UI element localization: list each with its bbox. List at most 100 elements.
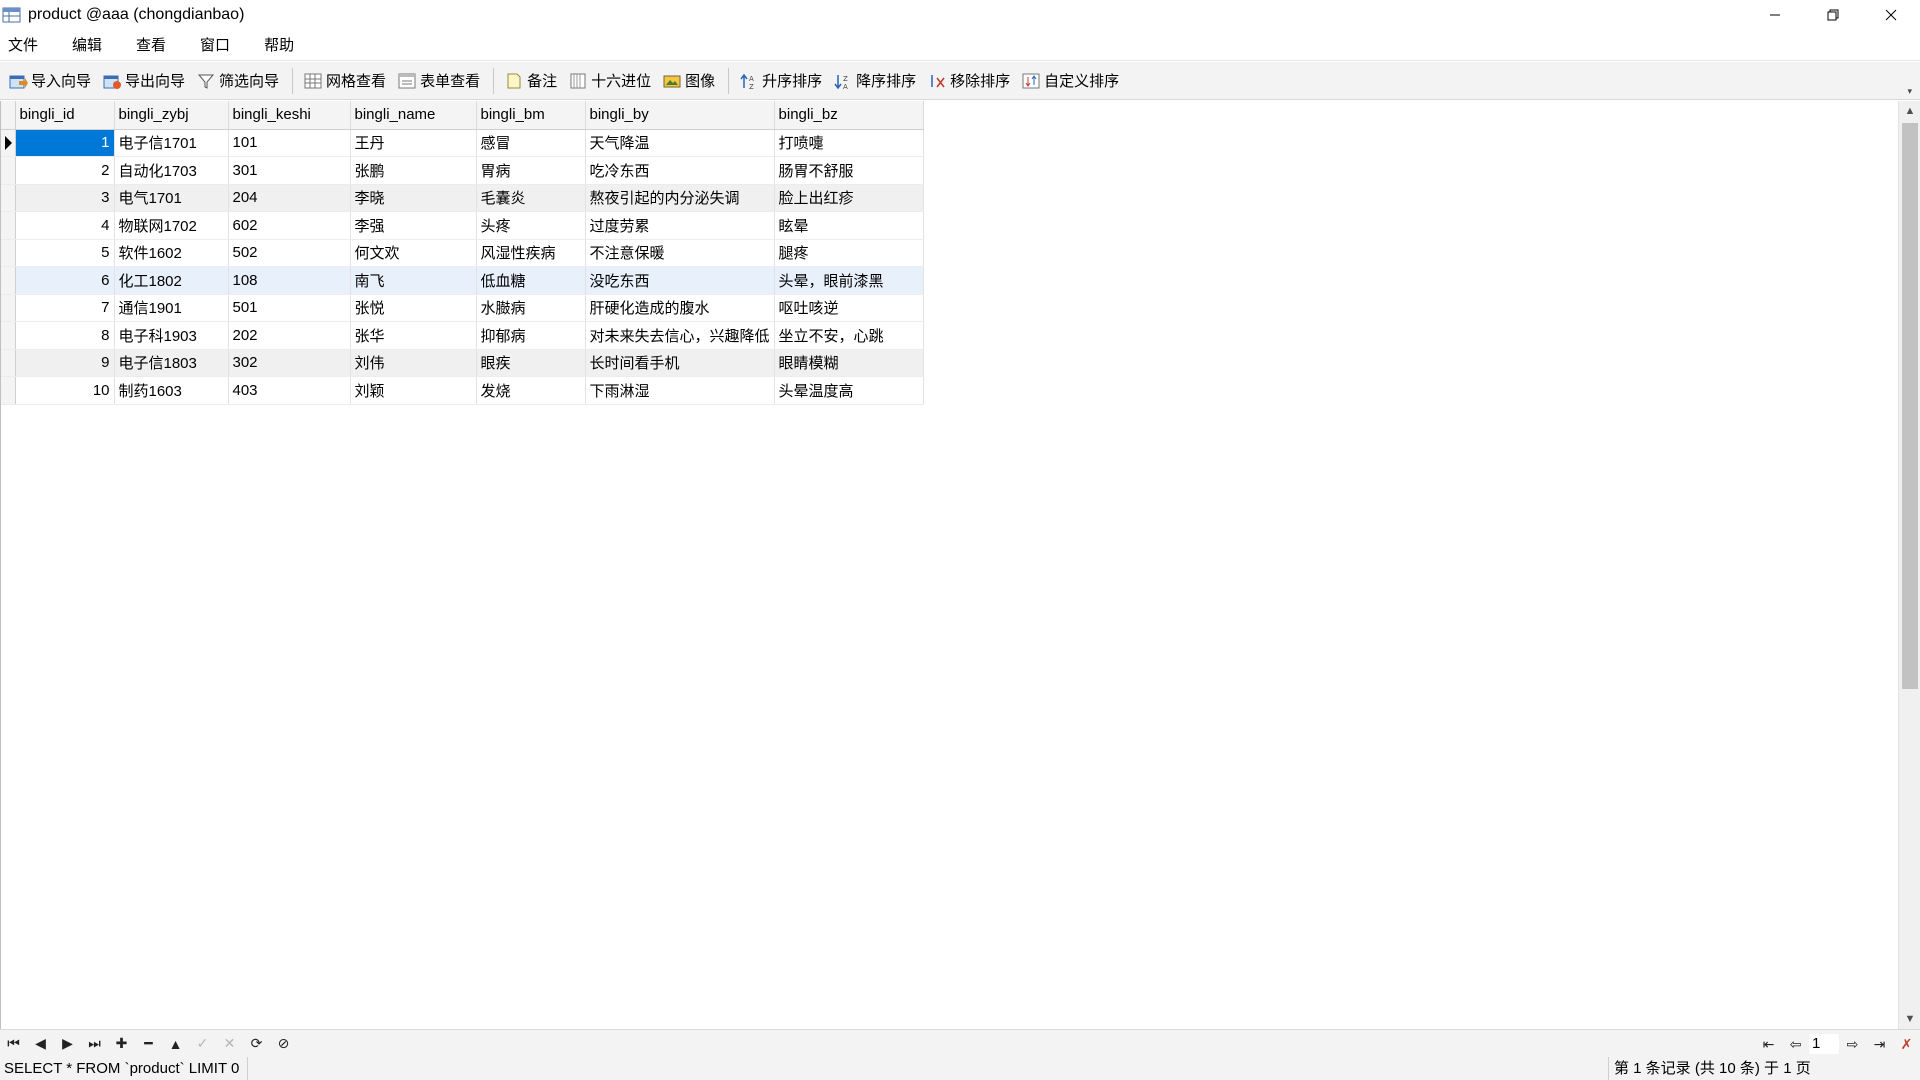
row-header[interactable] (1, 376, 16, 405)
row-header[interactable] (1, 239, 16, 267)
table-cell[interactable]: 403 (228, 376, 351, 405)
filter-wizard-button[interactable]: 筛选向导 (192, 66, 283, 96)
table-cell[interactable]: 7 (15, 294, 115, 322)
table-row[interactable]: 3 电气1701 204 李晓 毛囊炎 熬夜引起的内分泌失调 脸上出红疹 (1, 184, 924, 212)
scroll-down-icon[interactable]: ▼ (1899, 1009, 1920, 1029)
table-cell[interactable]: 物联网1702 (114, 211, 229, 240)
table-cell[interactable]: 肝硬化造成的腹水 (585, 294, 775, 322)
table-cell[interactable]: 吃冷东西 (585, 156, 775, 185)
row-header[interactable] (1, 266, 16, 295)
table-cell[interactable]: 头晕，眼前漆黑 (774, 266, 924, 295)
add-record-icon[interactable]: ✚ (108, 1032, 135, 1056)
table-row[interactable]: 2 自动化1703 301 张鹏 胃病 吃冷东西 肠胃不舒服 (1, 156, 924, 185)
table-row[interactable]: 7 通信1901 501 张悦 水臌病 肝硬化造成的腹水 呕吐咳逆 (1, 294, 924, 322)
table-cell[interactable]: 张悦 (350, 294, 477, 322)
table-cell[interactable]: 108 (228, 266, 351, 295)
table-cell[interactable]: 刘伟 (350, 349, 477, 377)
table-cell[interactable]: 电子信1701 (114, 129, 229, 157)
minimize-button[interactable] (1746, 0, 1804, 29)
stop-icon[interactable]: ⊘ (270, 1032, 297, 1056)
table-cell[interactable]: 不注意保暖 (585, 239, 775, 267)
apply-changes-icon[interactable]: ✓ (189, 1032, 216, 1056)
row-header[interactable] (1, 211, 16, 240)
table-cell[interactable]: 1 (15, 129, 115, 157)
table-cell[interactable]: 呕吐咳逆 (774, 294, 924, 322)
remove-sort-button[interactable]: 移除排序 (923, 66, 1014, 96)
grid-view-button[interactable]: 网格查看 (299, 66, 390, 96)
table-cell[interactable]: 制药1603 (114, 376, 229, 405)
column-header[interactable]: bingli_id (15, 101, 115, 130)
table-cell[interactable]: 张鹏 (350, 156, 477, 185)
page-number-input[interactable]: 1 (1809, 1034, 1839, 1054)
toolbar-overflow-icon[interactable]: ▾ (1907, 86, 1912, 97)
table-cell[interactable]: 低血糖 (476, 266, 586, 295)
table-cell[interactable]: 水臌病 (476, 294, 586, 322)
sort-descending-button[interactable]: ZA 降序排序 (829, 66, 920, 96)
table-cell[interactable]: 化工1802 (114, 266, 229, 295)
column-header[interactable]: bingli_bz (774, 101, 924, 130)
table-cell[interactable]: 自动化1703 (114, 156, 229, 185)
prev-record-icon[interactable]: ◀ (27, 1032, 54, 1056)
table-cell[interactable]: 抑郁病 (476, 321, 586, 350)
table-cell[interactable]: 软件1602 (114, 239, 229, 267)
scrollbar-thumb[interactable] (1902, 123, 1918, 689)
menu-window[interactable]: 窗口 (192, 34, 244, 55)
scroll-up-icon[interactable]: ▲ (1899, 101, 1920, 121)
table-cell[interactable]: 头疼 (476, 211, 586, 240)
custom-sort-button[interactable]: 自定义排序 (1017, 66, 1123, 96)
table-row[interactable]: 6 化工1802 108 南飞 低血糖 没吃东西 头晕，眼前漆黑 (1, 266, 924, 295)
table-cell[interactable]: 熬夜引起的内分泌失调 (585, 184, 775, 212)
refresh-icon[interactable]: ⟳ (243, 1032, 270, 1056)
table-row[interactable]: 10 制药1603 403 刘颖 发烧 下雨淋湿 头晕温度高 (1, 376, 924, 405)
table-cell[interactable]: 张华 (350, 321, 477, 350)
table-cell[interactable]: 李强 (350, 211, 477, 240)
table-cell[interactable]: 眼疾 (476, 349, 586, 377)
table-cell[interactable]: 电子信1803 (114, 349, 229, 377)
table-cell[interactable]: 电子科1903 (114, 321, 229, 350)
table-cell[interactable]: 2 (15, 156, 115, 185)
table-cell[interactable]: 感冒 (476, 129, 586, 157)
table-cell[interactable]: 天气降温 (585, 129, 775, 157)
table-cell[interactable]: 过度劳累 (585, 211, 775, 240)
table-cell[interactable]: 何文欢 (350, 239, 477, 267)
table-cell[interactable]: 发烧 (476, 376, 586, 405)
column-header[interactable]: bingli_zybj (114, 101, 229, 130)
row-header[interactable] (1, 321, 16, 350)
row-header[interactable] (1, 294, 16, 322)
table-row[interactable]: 5 软件1602 502 何文欢 风湿性疾病 不注意保暖 腿疼 (1, 239, 924, 267)
table-cell[interactable]: 5 (15, 239, 115, 267)
table-cell[interactable]: 打喷嚏 (774, 129, 924, 157)
table-cell[interactable]: 9 (15, 349, 115, 377)
table-cell[interactable]: 4 (15, 211, 115, 240)
table-cell[interactable]: 10 (15, 376, 115, 405)
table-cell[interactable]: 脸上出红疹 (774, 184, 924, 212)
first-record-icon[interactable]: ⏮ (0, 1032, 27, 1056)
delete-record-icon[interactable]: ━ (135, 1032, 162, 1056)
table-cell[interactable]: 501 (228, 294, 351, 322)
table-cell[interactable]: 李晓 (350, 184, 477, 212)
discard-changes-icon[interactable]: ✕ (216, 1032, 243, 1056)
current-row-indicator[interactable] (1, 129, 16, 157)
table-cell[interactable]: 通信1901 (114, 294, 229, 322)
sort-ascending-button[interactable]: AZ 升序排序 (735, 66, 826, 96)
export-wizard-button[interactable]: 导出向导 (98, 66, 189, 96)
last-record-icon[interactable]: ⏭ (81, 1032, 108, 1056)
table-cell[interactable]: 202 (228, 321, 351, 350)
table-cell[interactable]: 602 (228, 211, 351, 240)
vertical-scrollbar[interactable]: ▲ ▼ (1898, 101, 1920, 1029)
table-cell[interactable]: 电气1701 (114, 184, 229, 212)
table-cell[interactable]: 8 (15, 321, 115, 350)
next-page-icon[interactable]: ⇨ (1839, 1032, 1866, 1056)
table-cell[interactable]: 毛囊炎 (476, 184, 586, 212)
table-cell[interactable]: 204 (228, 184, 351, 212)
row-header[interactable] (1, 156, 16, 185)
column-header[interactable]: bingli_name (350, 101, 477, 130)
table-cell[interactable]: 风湿性疾病 (476, 239, 586, 267)
table-cell[interactable]: 坐立不安，心跳 (774, 321, 924, 350)
table-cell[interactable]: 3 (15, 184, 115, 212)
table-cell[interactable]: 101 (228, 129, 351, 157)
menu-edit[interactable]: 编辑 (64, 34, 116, 55)
column-header[interactable]: bingli_bm (476, 101, 586, 130)
image-button[interactable]: 图像 (658, 66, 719, 96)
close-button[interactable] (1862, 0, 1920, 29)
